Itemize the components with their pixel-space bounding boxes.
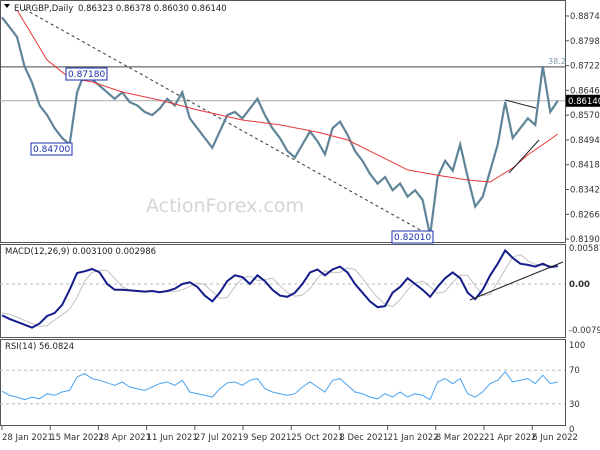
macd-y-tick-label: 0.005872: [569, 244, 600, 254]
x-tick-label: 8 Dec 2021: [339, 433, 388, 443]
x-tick-label: 8 Mar 2022: [436, 433, 484, 443]
x-tick-label: 6 Jun 2022: [532, 433, 578, 443]
macd-trendline: [469, 261, 564, 301]
macd-main-line: [1, 248, 558, 329]
x-tick-label: 15 Mar 2021: [50, 433, 104, 443]
y-tick-label: 0.84180: [570, 161, 600, 171]
watermark: ActionForex.com: [146, 195, 304, 217]
symbol-label: EURGBP,Daily: [14, 4, 73, 14]
macd-y-tick-label: -0.007945: [569, 326, 600, 336]
x-tick-label: 25 Oct 2021: [291, 433, 344, 443]
triangle-lower-line: [508, 139, 540, 174]
rsi-panel: 10070300: [0, 341, 585, 435]
x-axis: 28 Jan 202115 Mar 202128 Apr 202111 Jun …: [1, 426, 578, 443]
y-tick-label: 0.87980: [570, 37, 600, 47]
ohlc-values: 0.86323 0.86378 0.86030 0.86140: [78, 4, 227, 14]
x-tick-label: 9 Sep 2021: [243, 433, 291, 443]
label-0-82010: 0.82010: [394, 233, 431, 243]
x-tick-label: 27 Jul 2021: [195, 433, 243, 443]
fib-38-2-label: 38.2: [548, 57, 566, 66]
label-0-84700: 0.84700: [33, 145, 70, 155]
y-tick-label: 0.84940: [570, 136, 600, 146]
macd-y-tick-label: 0.00: [569, 280, 590, 290]
rsi-y-tick-label: 70: [569, 366, 580, 376]
x-tick-label: 21 Jan 2022: [388, 433, 439, 443]
rsi-y-tick-label: 30: [569, 400, 580, 410]
rsi-line: [1, 371, 558, 401]
chart-window: ActionForex.com 0.87180 0.84700 0.82010 38.…: [0, 0, 600, 450]
chart-canvas: ActionForex.com 0.87180 0.84700 0.82010 38.…: [0, 0, 600, 443]
y-tick-label: 0.85700: [570, 111, 600, 121]
x-tick-label: 11 Jun 2021: [147, 433, 198, 443]
current-price-label: 0.86140: [568, 97, 600, 107]
collapse-triangle-icon[interactable]: [4, 4, 10, 8]
x-tick-label: 21 Apr 2022: [484, 433, 537, 443]
rsi-y-tick-label: 100: [569, 341, 585, 351]
y-tick-label: 0.87220: [570, 62, 600, 72]
x-tick-label: 28 Apr 2021: [98, 433, 151, 443]
y-tick-label: 0.83420: [570, 186, 600, 196]
rsi-title: RSI(14) 56.0824: [5, 342, 74, 352]
y-tick-label: 0.88740: [570, 12, 600, 22]
macd-panel: 0.005872 0.00 -0.007945: [0, 244, 600, 336]
macd-title: MACD(12,26,9) 0.003100 0.002986: [5, 247, 156, 257]
rsi-panel-frame: [0, 339, 566, 426]
y-tick-label: 0.82660: [570, 210, 600, 220]
macd-signal-line: [1, 253, 558, 327]
x-tick-label: 28 Jan 2021: [2, 433, 53, 443]
label-0-87180: 0.87180: [68, 70, 105, 80]
